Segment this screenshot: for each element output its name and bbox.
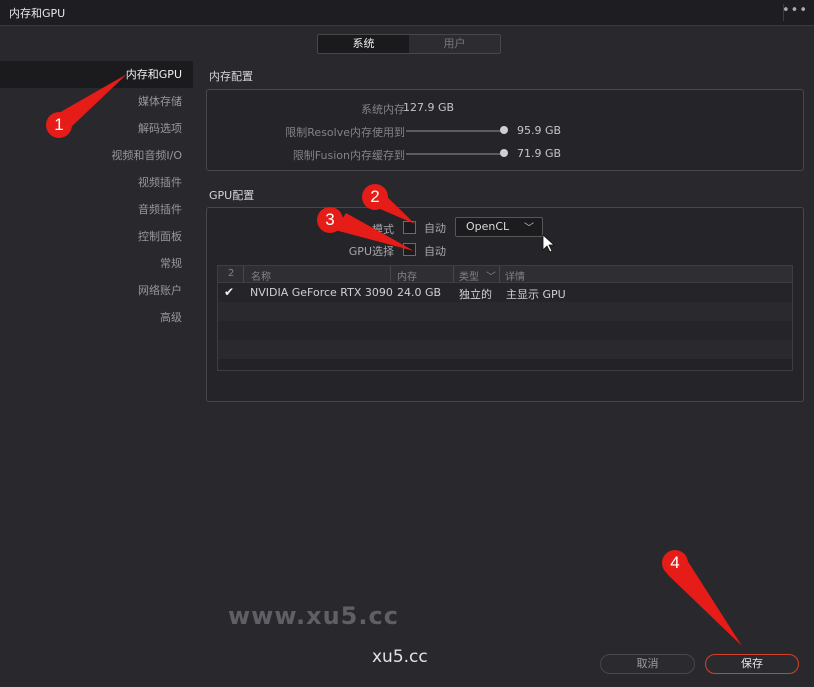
settings-sidebar: 内存和GPU 媒体存储 解码选项 视频和音频I/O 视频插件 音频插件 控制面板… xyxy=(0,61,193,331)
callout-badge-4: 4 xyxy=(662,550,688,576)
memory-config-title: 内存配置 xyxy=(209,70,253,83)
col-detail-header[interactable]: 详情 xyxy=(505,268,525,283)
save-button[interactable]: 保存 xyxy=(705,654,799,674)
gpu-mode-dropdown[interactable]: OpenCL ﹀ xyxy=(455,217,543,237)
watermark-small: xu5.cc xyxy=(372,647,428,667)
fusion-limit-slider-handle[interactable] xyxy=(500,149,508,157)
sidebar-item-audio-plugins[interactable]: 音频插件 xyxy=(0,196,193,223)
gpu-config-title: GPU配置 xyxy=(209,189,255,202)
more-dots-icon[interactable]: ••• xyxy=(782,3,808,18)
column-divider xyxy=(453,266,454,282)
resolve-limit-value: 95.9 GB xyxy=(517,124,562,137)
gpu-row-checkbox[interactable]: ✔ xyxy=(224,286,236,298)
col-type-header[interactable]: 类型 xyxy=(459,268,479,283)
sidebar-item-media-storage[interactable]: 媒体存储 xyxy=(0,88,193,115)
callout-badge-1: 1 xyxy=(46,112,72,138)
sidebar-item-general[interactable]: 常规 xyxy=(0,250,193,277)
sidebar-item-internet-accounts[interactable]: 网络账户 xyxy=(0,277,193,304)
table-row-empty xyxy=(218,340,792,359)
fusion-limit-value: 71.9 GB xyxy=(517,147,562,160)
column-divider xyxy=(390,266,391,282)
table-row-empty xyxy=(218,321,792,340)
gpu-detail-cell: 主显示 GPU xyxy=(506,288,566,301)
gpu-mode-auto-label: 自动 xyxy=(424,222,446,235)
watermark-large: www.xu5.cc xyxy=(228,602,399,630)
resolve-limit-slider-handle[interactable] xyxy=(500,126,508,134)
cancel-button[interactable]: 取消 xyxy=(600,654,695,674)
sidebar-item-video-audio-io[interactable]: 视频和音频I/O xyxy=(0,142,193,169)
sidebar-item-advanced[interactable]: 高级 xyxy=(0,304,193,331)
sidebar-item-control-panels[interactable]: 控制面板 xyxy=(0,223,193,250)
gpu-table-header: 2 名称 内存 类型 ﹀ 详情 xyxy=(218,266,792,283)
callout-badge-3: 3 xyxy=(317,207,343,233)
sort-chevron-icon[interactable]: ﹀ xyxy=(486,268,496,283)
sidebar-item-memory-gpu[interactable]: 内存和GPU xyxy=(0,61,193,88)
gpu-selection-auto-checkbox[interactable] xyxy=(403,243,416,256)
gpu-mode-label: 模式 xyxy=(372,223,394,236)
chevron-down-icon: ﹀ xyxy=(524,223,534,234)
gpu-selection-label: GPU选择 xyxy=(348,245,394,258)
title-bar: 内存和GPU ••• xyxy=(0,0,814,26)
fusion-limit-label: 限制Fusion内存缓存到 xyxy=(292,149,405,162)
system-memory-label: 系统内存 xyxy=(361,103,405,116)
table-row-empty xyxy=(218,302,792,321)
col-memory-header[interactable]: 内存 xyxy=(397,268,417,283)
callout-badge-2: 2 xyxy=(362,184,388,210)
col-count-header[interactable]: 2 xyxy=(228,268,234,279)
sidebar-item-decode-options[interactable]: 解码选项 xyxy=(0,115,193,142)
resolve-limit-slider[interactable] xyxy=(406,130,504,132)
col-name-header[interactable]: 名称 xyxy=(251,268,271,283)
gpu-table: 2 名称 内存 类型 ﹀ 详情 ✔ NVIDIA GeForce RTX 309… xyxy=(217,265,793,371)
settings-tabs: 系统 用户 xyxy=(317,34,501,54)
window-title: 内存和GPU xyxy=(9,7,66,20)
table-row[interactable]: ✔ NVIDIA GeForce RTX 3090 24.0 GB 独立的 主显… xyxy=(218,283,792,302)
gpu-name-cell: NVIDIA GeForce RTX 3090 xyxy=(250,286,393,299)
gpu-selection-auto-label: 自动 xyxy=(424,245,446,258)
column-divider xyxy=(243,266,244,282)
fusion-limit-slider[interactable] xyxy=(406,153,504,155)
gpu-type-cell: 独立的 xyxy=(459,288,492,301)
sidebar-item-video-plugins[interactable]: 视频插件 xyxy=(0,169,193,196)
resolve-limit-label: 限制Resolve内存使用到 xyxy=(285,126,405,139)
gpu-mode-auto-checkbox[interactable] xyxy=(403,221,416,234)
tab-system[interactable]: 系统 xyxy=(318,35,409,53)
column-divider xyxy=(499,266,500,282)
tab-user[interactable]: 用户 xyxy=(409,35,500,53)
gpu-memory-cell: 24.0 GB xyxy=(397,286,442,299)
system-memory-value: 127.9 GB xyxy=(403,101,455,114)
gpu-mode-selected: OpenCL xyxy=(466,220,510,233)
